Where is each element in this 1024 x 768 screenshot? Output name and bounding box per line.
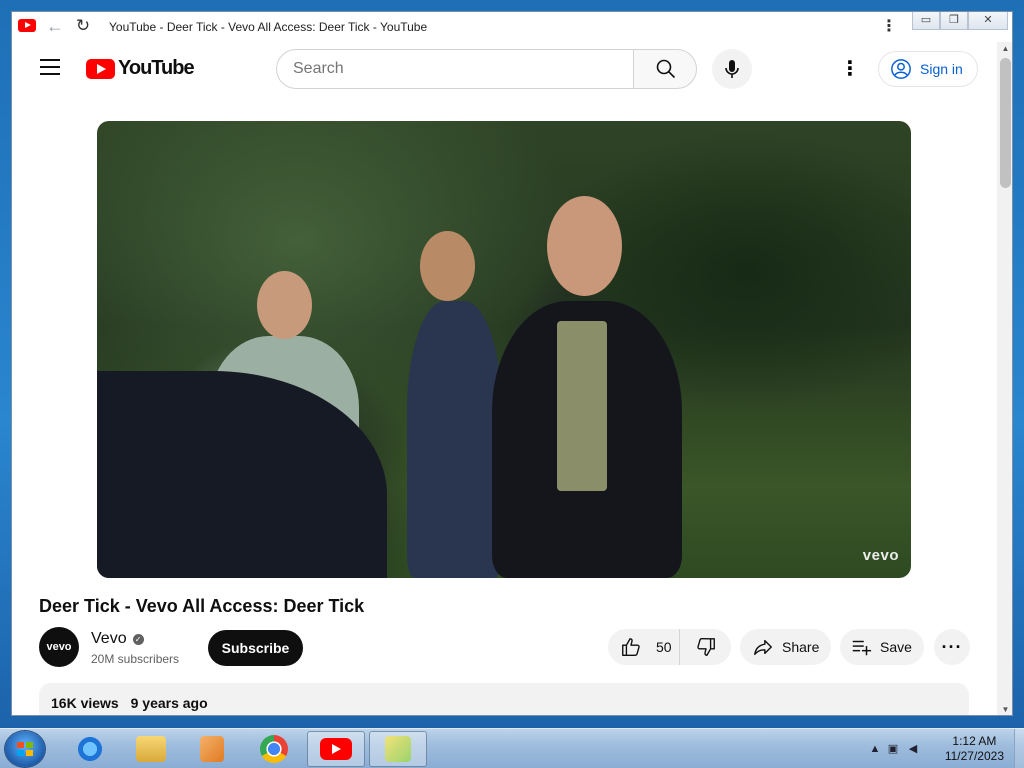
- clock-date: 11/27/2023: [944, 749, 1004, 763]
- video-title: Deer Tick - Vevo All Access: Deer Tick: [39, 596, 365, 616]
- show-hidden-icons-icon[interactable]: ▲: [868, 742, 882, 756]
- window-controls: ▭ ❐ ✕: [912, 12, 1008, 30]
- taskbar-media-player[interactable]: [183, 731, 241, 767]
- video-figure-head: [420, 231, 475, 301]
- search-icon: [656, 59, 675, 78]
- restore-button[interactable]: ❐: [940, 12, 968, 30]
- save-button[interactable]: Save: [840, 629, 924, 665]
- dislike-button[interactable]: [680, 629, 731, 665]
- taskbar-file-explorer[interactable]: [122, 731, 180, 767]
- scrollbar-thumb[interactable]: [1000, 58, 1011, 188]
- checklist-icon: [385, 736, 411, 762]
- media-player-icon: [200, 736, 224, 762]
- browser-menu-icon[interactable]: ⋮: [880, 16, 898, 38]
- start-button[interactable]: [5, 731, 45, 767]
- youtube-play-icon: [86, 58, 115, 79]
- back-arrow-icon[interactable]: ←: [44, 15, 66, 37]
- save-label: Save: [880, 639, 912, 655]
- playlist-add-icon: [852, 640, 872, 656]
- account-icon: [891, 59, 911, 79]
- sign-in-label: Sign in: [920, 61, 963, 77]
- volume-muted-icon[interactable]: ◀: [906, 742, 920, 756]
- taskbar-chrome[interactable]: [245, 731, 303, 767]
- clock-time: 1:12 AM: [952, 734, 997, 748]
- video-figure-head: [257, 271, 312, 339]
- window-title: YouTube - Deer Tick - Vevo All Access: D…: [109, 20, 428, 34]
- channel-avatar[interactable]: vevo: [39, 627, 79, 667]
- menu-icon[interactable]: [40, 59, 60, 75]
- scroll-down-arrow-icon[interactable]: ▼: [997, 703, 1012, 715]
- taskbar-app[interactable]: [369, 731, 427, 767]
- more-actions-button[interactable]: ···: [934, 629, 970, 665]
- clock[interactable]: 1:12 AM 11/27/2023: [945, 734, 1004, 764]
- search-button[interactable]: [633, 49, 697, 89]
- title-bar: ← ↻ YouTube - Deer Tick - Vevo All Acces…: [12, 12, 1012, 42]
- microphone-icon: [725, 60, 739, 78]
- video-figure-shirt: [557, 321, 607, 491]
- share-arrow-icon: [754, 639, 772, 656]
- system-tray: ▲ ▣ ◀ 1:12 AM 11/27/2023: [864, 729, 1024, 768]
- video-figure-head: [547, 196, 622, 296]
- internet-explorer-icon: [75, 736, 105, 762]
- upload-age: 9 years ago: [130, 695, 208, 711]
- youtube-icon: [320, 738, 352, 760]
- subscribe-button[interactable]: Subscribe: [208, 630, 303, 666]
- reload-icon[interactable]: ↻: [72, 15, 94, 37]
- like-button[interactable]: 50: [608, 629, 680, 665]
- taskbar-youtube[interactable]: [307, 731, 365, 767]
- search-box: [276, 49, 633, 89]
- share-label: Share: [782, 639, 820, 655]
- show-desktop-button[interactable]: [1014, 729, 1024, 768]
- channel-name[interactable]: Vevo ✓: [91, 630, 144, 648]
- like-dislike-group: 50: [608, 629, 731, 665]
- thumbs-down-icon: [696, 638, 715, 656]
- vevo-watermark: vevo: [862, 547, 899, 564]
- youtube-logo-text: YouTube: [118, 57, 195, 79]
- chrome-icon: [260, 735, 288, 763]
- voice-search-button[interactable]: [712, 49, 752, 89]
- taskbar-internet-explorer[interactable]: [61, 731, 119, 767]
- page-scrollbar[interactable]: ▲ ▼: [997, 42, 1012, 715]
- scroll-up-arrow-icon[interactable]: ▲: [997, 42, 1012, 56]
- folder-icon: [136, 736, 166, 762]
- subscriber-count: 20M subscribers: [91, 652, 180, 666]
- thumbs-up-icon: [622, 638, 640, 656]
- taskbar: ▲ ▣ ◀ 1:12 AM 11/27/2023: [0, 728, 1024, 768]
- sign-in-button[interactable]: Sign in: [878, 51, 978, 87]
- browser-window: ← ↻ YouTube - Deer Tick - Vevo All Acces…: [11, 11, 1013, 716]
- search-input[interactable]: [277, 50, 633, 88]
- youtube-header: YouTube ⋮ Sign in: [12, 42, 997, 94]
- verified-check-icon: ✓: [132, 633, 144, 645]
- video-figure-man-sunglasses: [407, 301, 502, 578]
- video-player[interactable]: vevo: [97, 121, 911, 578]
- settings-more-icon[interactable]: ⋮: [838, 57, 862, 81]
- view-count: 16K views: [51, 695, 119, 711]
- network-icon[interactable]: ▣: [886, 742, 900, 756]
- youtube-favicon-icon: [18, 19, 36, 32]
- youtube-logo[interactable]: YouTube: [86, 57, 195, 80]
- channel-name-label: Vevo: [91, 630, 127, 647]
- like-count: 50: [656, 639, 672, 655]
- minimize-button[interactable]: ▭: [912, 12, 940, 30]
- share-button[interactable]: Share: [740, 629, 831, 665]
- description-box[interactable]: 16K views 9 years ago: [39, 683, 969, 715]
- close-button[interactable]: ✕: [968, 12, 1008, 30]
